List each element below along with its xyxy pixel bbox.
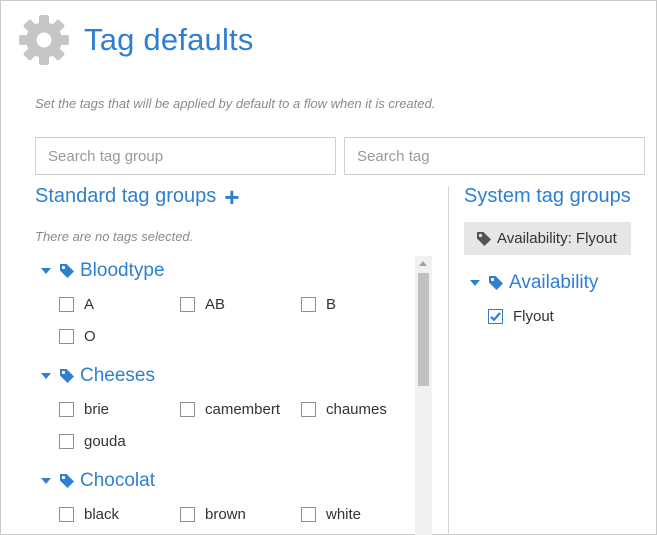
system-tag-groups-title: System tag groups: [464, 185, 631, 207]
tag-option-label: camembert: [205, 401, 281, 418]
tag-icon: [60, 474, 74, 488]
tag-group-chocolat[interactable]: Chocolat: [41, 470, 155, 492]
tag-option-black[interactable]: black: [59, 506, 119, 523]
tag-option-label: O: [84, 328, 96, 345]
tag-option-flyout[interactable]: Flyout: [488, 308, 554, 325]
standard-groups-scrollbar[interactable]: [415, 256, 432, 535]
tag-option-label: white: [326, 506, 362, 523]
checkbox[interactable]: [301, 402, 316, 417]
scrollbar-thumb[interactable]: [418, 273, 429, 386]
tag-option-label: A: [84, 296, 95, 313]
checkbox[interactable]: [59, 297, 74, 312]
caret-down-icon[interactable]: [41, 373, 51, 379]
tag-icon: [60, 369, 74, 383]
standard-tag-groups-heading: Standard tag groups +: [35, 184, 239, 210]
tag-icon: [477, 231, 491, 246]
checkbox[interactable]: [59, 329, 74, 344]
checkbox[interactable]: [301, 507, 316, 522]
checkbox[interactable]: [180, 402, 195, 417]
scroll-up-arrow-icon[interactable]: [419, 261, 427, 266]
tag-icon: [489, 276, 503, 290]
page-header: Tag defaults: [18, 14, 254, 66]
checkbox[interactable]: [59, 402, 74, 417]
checkbox[interactable]: [59, 434, 74, 449]
checkbox[interactable]: [180, 297, 195, 312]
standard-tag-groups-title: Standard tag groups: [35, 185, 217, 207]
tag-option-label: B: [326, 296, 337, 313]
system-tag-groups-heading: System tag groups: [464, 185, 631, 208]
caret-down-icon[interactable]: [470, 280, 480, 286]
checkbox-checked[interactable]: [488, 309, 503, 324]
page-title: Tag defaults: [84, 22, 254, 57]
tag-group-name: Availability: [509, 272, 599, 293]
tag-group-bloodtype[interactable]: Bloodtype: [41, 260, 165, 282]
checkbox[interactable]: [59, 507, 74, 522]
tag-group-cheeses[interactable]: Cheeses: [41, 365, 155, 387]
tag-option-label: chaumes: [326, 401, 387, 418]
page-description: Set the tags that will be applied by def…: [35, 96, 436, 111]
selected-tag-chip[interactable]: Availability: Flyout: [464, 222, 631, 255]
checkbox[interactable]: [301, 297, 316, 312]
tag-option-label: AB: [205, 296, 226, 313]
tag-icon: [60, 264, 74, 278]
tag-option-ab[interactable]: AB: [180, 296, 225, 313]
tag-option-o[interactable]: O: [59, 328, 96, 345]
search-tag-group-input[interactable]: [35, 137, 336, 175]
tag-option-label: gouda: [84, 433, 126, 450]
tag-group-availability[interactable]: Availability: [470, 272, 598, 294]
search-tag-input[interactable]: [344, 137, 645, 175]
tag-option-a[interactable]: A: [59, 296, 94, 313]
tag-option-white[interactable]: white: [301, 506, 361, 523]
empty-selection-text: There are no tags selected.: [35, 229, 194, 244]
tag-option-label: brown: [205, 506, 246, 523]
checkbox[interactable]: [180, 507, 195, 522]
tag-option-brie[interactable]: brie: [59, 401, 109, 418]
tag-option-b[interactable]: B: [301, 296, 336, 313]
gear-icon: [19, 15, 69, 65]
column-divider: [448, 186, 449, 535]
checkmark-icon: [490, 312, 501, 322]
tag-option-camembert[interactable]: camembert: [180, 401, 280, 418]
caret-down-icon[interactable]: [41, 268, 51, 274]
tag-option-label: Flyout: [513, 308, 554, 325]
tag-option-label: black: [84, 506, 120, 523]
add-tag-group-button[interactable]: +: [224, 184, 239, 210]
tag-option-gouda[interactable]: gouda: [59, 433, 126, 450]
tag-option-chaumes[interactable]: chaumes: [301, 401, 387, 418]
tag-option-brown[interactable]: brown: [180, 506, 246, 523]
tag-group-name: Chocolat: [80, 470, 155, 491]
caret-down-icon[interactable]: [41, 478, 51, 484]
tag-group-name: Bloodtype: [80, 260, 165, 281]
tag-group-name: Cheeses: [80, 365, 155, 386]
tag-option-label: brie: [84, 401, 110, 418]
selected-tag-label: Availability: Flyout: [497, 230, 617, 247]
